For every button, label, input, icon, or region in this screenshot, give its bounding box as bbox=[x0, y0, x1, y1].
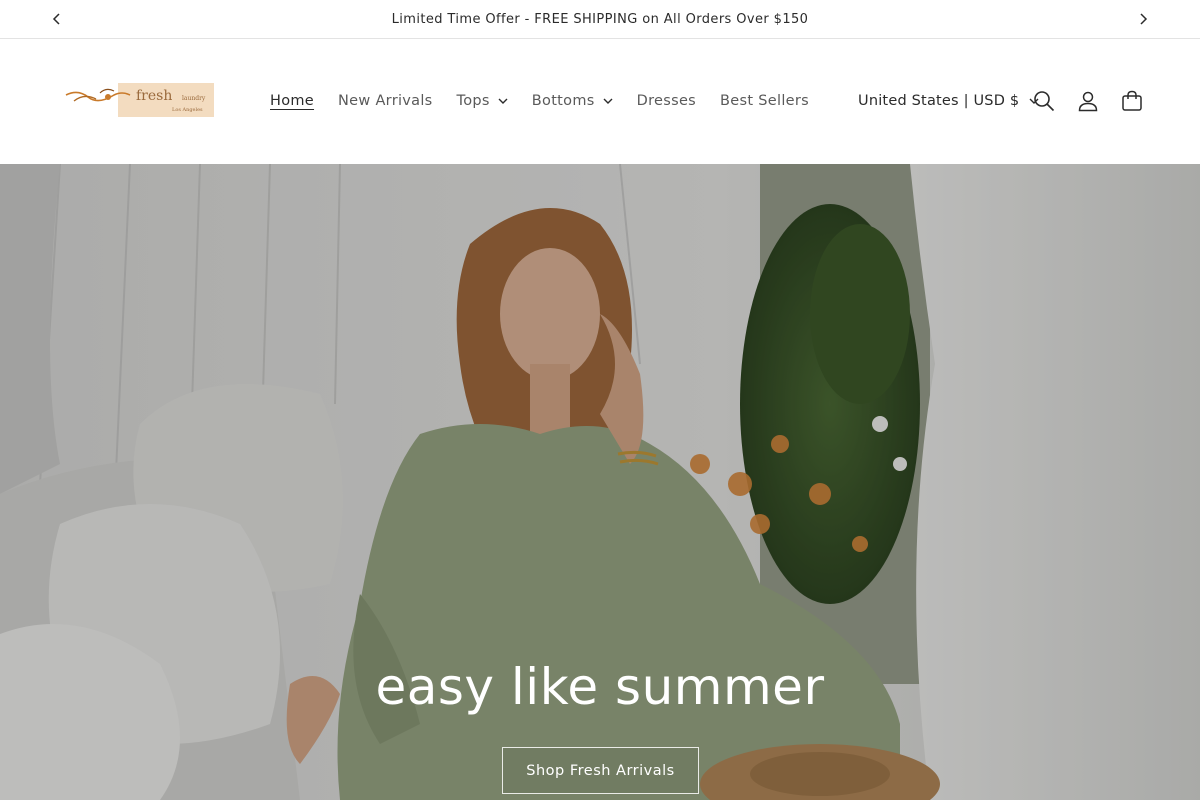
announcement-bar: Limited Time Offer - FREE SHIPPING on Al… bbox=[0, 0, 1200, 39]
shop-fresh-arrivals-button[interactable]: Shop Fresh Arrivals bbox=[502, 747, 699, 794]
hero-heading: easy like summer bbox=[375, 658, 825, 716]
nav-item-dresses[interactable]: Dresses bbox=[625, 87, 708, 115]
nav-item-tops[interactable]: Tops bbox=[445, 87, 520, 115]
nav-item-label: Bottoms bbox=[531, 93, 595, 109]
announcement-prev-button[interactable] bbox=[42, 0, 72, 38]
main-nav: Home New Arrivals Tops Bottoms Dresses B… bbox=[258, 87, 821, 115]
nav-item-new-arrivals[interactable]: New Arrivals bbox=[326, 87, 445, 115]
search-icon bbox=[1034, 91, 1055, 112]
nav-item-best-sellers[interactable]: Best Sellers bbox=[708, 87, 821, 115]
announcement-text: Limited Time Offer - FREE SHIPPING on Al… bbox=[391, 11, 809, 27]
country-currency-label: United States | USD $ bbox=[858, 93, 1020, 109]
cart-icon bbox=[1122, 90, 1142, 111]
nav-item-label: New Arrivals bbox=[338, 93, 433, 109]
account-icon bbox=[1078, 91, 1098, 112]
nav-item-home[interactable]: Home bbox=[258, 87, 326, 115]
account-button[interactable] bbox=[1072, 85, 1104, 117]
nav-item-label: Best Sellers bbox=[720, 93, 809, 109]
site-header: fresh laundry Los Angeles Home New Arriv… bbox=[0, 39, 1200, 164]
search-button[interactable] bbox=[1028, 85, 1060, 117]
nav-item-bottoms[interactable]: Bottoms bbox=[520, 87, 625, 115]
nav-item-label: Home bbox=[270, 93, 315, 109]
nav-item-label: Dresses bbox=[636, 93, 697, 109]
cart-button[interactable] bbox=[1116, 85, 1148, 117]
brand-logo[interactable]: fresh laundry Los Angeles bbox=[64, 83, 216, 120]
chevron-left-icon bbox=[52, 13, 60, 25]
logo-city: Los Angeles bbox=[172, 107, 203, 113]
logo-graphic: fresh laundry Los Angeles bbox=[65, 83, 214, 117]
hero-banner: easy like summer Shop Fresh Arrivals bbox=[0, 164, 1200, 800]
chevron-down-icon bbox=[603, 98, 613, 104]
nav-item-label: Tops bbox=[456, 93, 490, 109]
chevron-right-icon bbox=[1140, 13, 1148, 25]
logo-wordmark: fresh bbox=[136, 88, 172, 104]
chevron-down-icon bbox=[498, 98, 508, 104]
logo-sub: laundry bbox=[182, 95, 206, 102]
country-currency-selector[interactable]: United States | USD $ bbox=[858, 87, 1039, 115]
announcement-next-button[interactable] bbox=[1128, 0, 1158, 38]
